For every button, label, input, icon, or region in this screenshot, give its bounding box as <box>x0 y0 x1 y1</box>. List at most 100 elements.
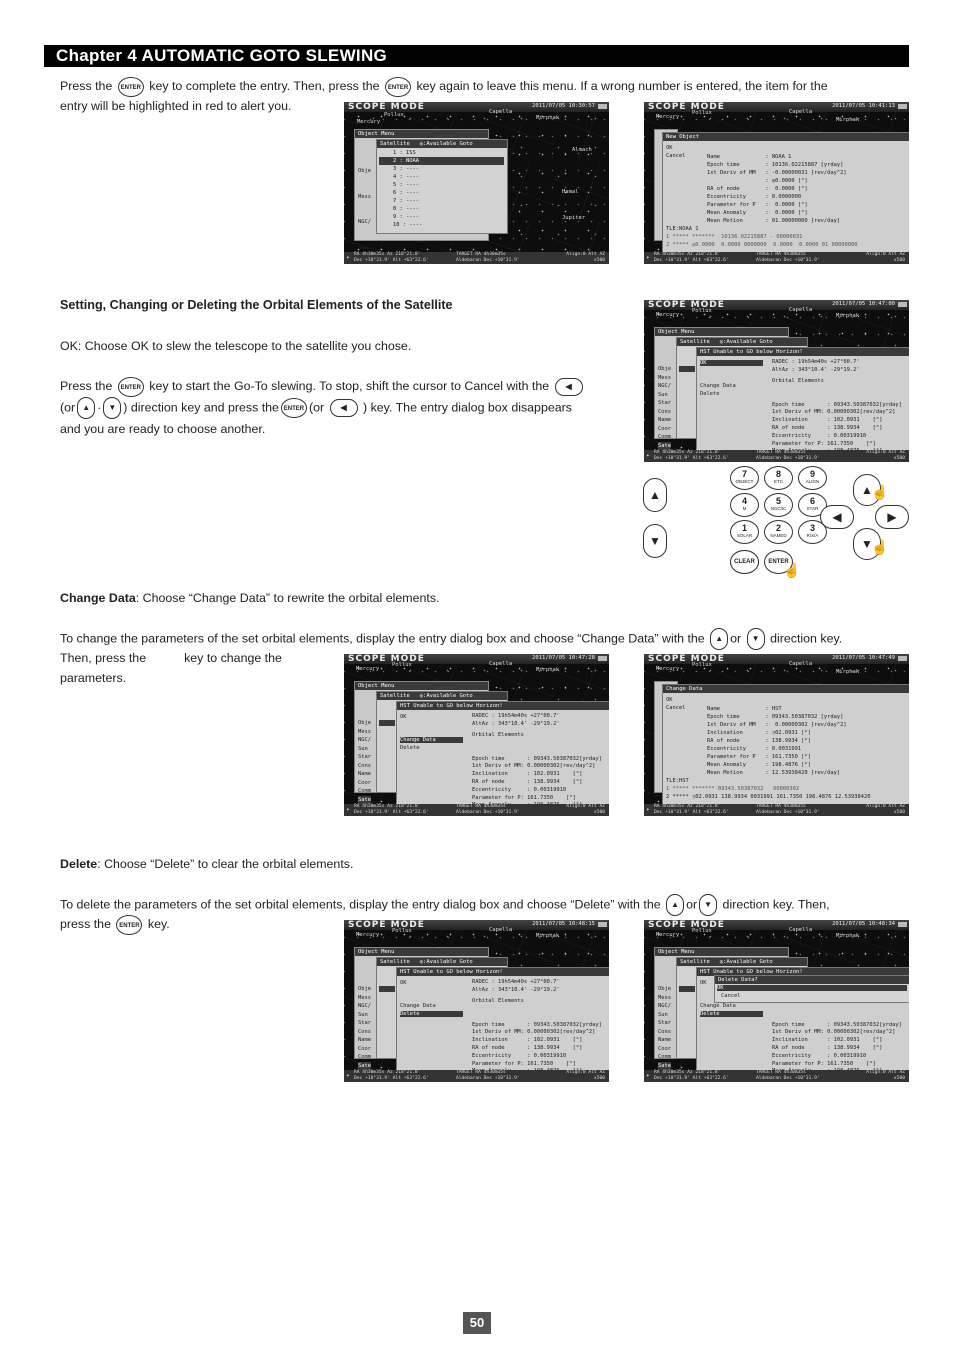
ok-option[interactable]: OK <box>666 697 673 703</box>
menu-item[interactable]: Mess <box>658 994 671 1003</box>
menu-item[interactable]: Cons <box>658 408 671 417</box>
field-row[interactable]: Epoch time : 10136.02215887 [yrday] <box>707 161 847 169</box>
field-row[interactable]: Mean Anomaly : 0.0000 [°] <box>707 209 847 217</box>
change-data-option[interactable]: Change Data <box>400 1003 463 1009</box>
numeric-key[interactable]: 1 SOLAR <box>730 520 759 544</box>
menu-item[interactable]: Star <box>658 399 671 408</box>
menu-item[interactable]: Cons <box>358 1028 371 1037</box>
menu-item[interactable]: Star <box>658 1019 671 1028</box>
menu-item[interactable]: NGC/ <box>658 382 671 391</box>
ok-option[interactable]: OK <box>666 145 673 151</box>
delete-option[interactable]: Delete <box>700 1011 763 1017</box>
field-row[interactable]: RA of node : 0.0000 [°] <box>707 185 847 193</box>
menu-item[interactable]: Obje <box>358 719 371 728</box>
delete-option[interactable]: Delete <box>700 391 763 397</box>
field-row[interactable]: Eccentricity : 0.0031991 <box>707 745 847 753</box>
numeric-key[interactable]: 5 NGC/IC <box>764 493 793 517</box>
cancel-option[interactable]: Cancel <box>666 705 685 711</box>
menu-item[interactable]: Obje <box>358 167 371 176</box>
change-data-option[interactable]: Change Data <box>400 737 463 743</box>
menu-item[interactable]: Name <box>358 1036 371 1045</box>
satellite-list-item[interactable]: 3 : ---- <box>379 165 504 173</box>
down-key[interactable]: ▼ <box>643 524 667 558</box>
satellite-list-item[interactable]: 10 : ---- <box>379 221 504 229</box>
menu-item[interactable]: NGC/ <box>658 1002 671 1011</box>
field-row[interactable]: RA of node : 138.9934 [°] <box>707 737 847 745</box>
field-row[interactable]: Mean Motion : 12.53938420 [rev/day] <box>707 769 847 777</box>
field-row[interactable]: 1st Deriv of MM : 0.00000302 [rev/day^2] <box>707 721 847 729</box>
numeric-key[interactable]: 2 NAMED <box>764 520 793 544</box>
menu-item[interactable]: Coor <box>658 425 671 434</box>
menu-item[interactable]: Mess <box>358 728 371 737</box>
menu-item[interactable]: NGC/ <box>358 1002 371 1011</box>
change-data-option[interactable]: Change Data <box>700 383 763 389</box>
menu-item[interactable]: Sate <box>658 1061 671 1070</box>
menu-item[interactable]: Mess <box>658 374 671 383</box>
ok-option[interactable]: OK <box>700 360 763 366</box>
numeric-key[interactable]: 9 ALIGN <box>798 466 827 490</box>
menu-item[interactable]: Obje <box>658 985 671 994</box>
numeric-key[interactable]: 4M <box>730 493 759 517</box>
menu-item[interactable]: Sun <box>358 745 371 754</box>
field-row[interactable]: Mean Motion : 01.00000000 [rev/day] <box>707 217 847 225</box>
menu-item[interactable]: Coor <box>658 1045 671 1054</box>
delete-option[interactable]: Delete <box>400 745 463 751</box>
delete-option[interactable]: Delete <box>400 1011 463 1017</box>
menu-item[interactable]: Cons <box>658 1028 671 1037</box>
menu-item[interactable]: Sun <box>358 244 371 253</box>
field-row[interactable]: Name : NOAA 1 <box>707 153 847 161</box>
field-row[interactable]: Eccentricity : 0.0000000 <box>707 193 847 201</box>
menu-item[interactable]: Comm <box>358 1053 371 1062</box>
field-row[interactable]: Inclination : ▯02.0931 [°] <box>707 729 847 737</box>
clear-key[interactable]: CLEAR <box>730 550 759 574</box>
field-row[interactable]: : ◎0.0000 [°] <box>707 177 847 185</box>
field-row[interactable]: Mean Anomaly : 198.4876 [°] <box>707 761 847 769</box>
menu-item[interactable]: Mess <box>358 994 371 1003</box>
numeric-key[interactable]: 7 OBJECT <box>730 466 759 490</box>
menu-item[interactable]: Sate <box>358 795 371 804</box>
satellite-list-item[interactable]: 5 : ---- <box>379 181 504 189</box>
menu-item[interactable]: Star <box>358 753 371 762</box>
menu-item[interactable]: Star <box>358 1019 371 1028</box>
menu-item[interactable]: Obje <box>658 365 671 374</box>
menu-item[interactable]: NGC/ <box>358 218 371 227</box>
menu-item[interactable]: Name <box>658 416 671 425</box>
menu-item[interactable]: Name <box>658 1036 671 1045</box>
menu-item[interactable]: Sate <box>658 441 671 450</box>
satellite-list-item[interactable]: 8 : ---- <box>379 205 504 213</box>
menu-item[interactable]: Name <box>358 770 371 779</box>
menu-item[interactable]: Cons <box>358 762 371 771</box>
menu-item[interactable]: Sate <box>358 1061 371 1070</box>
menu-item[interactable]: Comm <box>358 787 371 796</box>
menu-item[interactable]: Sun <box>658 391 671 400</box>
cancel-option[interactable]: Cancel <box>666 153 685 159</box>
field-row[interactable]: Name : HST <box>707 705 847 713</box>
menu-item[interactable]: Coor <box>358 779 371 788</box>
dpad-left-key[interactable]: ◀ <box>820 505 854 529</box>
menu-item[interactable]: Sun <box>358 1011 371 1020</box>
up-key[interactable]: ▲ <box>643 478 667 512</box>
satellite-list-item[interactable]: 1 : ISS <box>379 149 504 157</box>
menu-item[interactable]: NGC/ <box>358 736 371 745</box>
field-row[interactable]: Epoch time : 09343.50387032 [yrday] <box>707 713 847 721</box>
satellite-list-item[interactable]: 2 : NOAA <box>379 157 504 165</box>
confirm-ok-option[interactable]: OK <box>717 985 907 991</box>
ok-option[interactable]: OK <box>400 980 463 986</box>
menu-item[interactable]: Comm <box>658 1053 671 1062</box>
menu-item[interactable]: Comm <box>658 433 671 442</box>
satellite-list-item[interactable]: 9 : ---- <box>379 213 504 221</box>
field-row[interactable]: 1st Deriv of MM : -0.00000031 [rev/day^2… <box>707 169 847 177</box>
menu-item[interactable]: Obje <box>358 985 371 994</box>
satellite-list-item[interactable]: 4 : ---- <box>379 173 504 181</box>
numeric-key[interactable]: 8 ETC <box>764 466 793 490</box>
satellite-list-item[interactable]: 6 : ---- <box>379 189 504 197</box>
menu-item[interactable]: Coor <box>358 1045 371 1054</box>
menu-item[interactable]: Mess <box>358 193 371 202</box>
menu-item[interactable]: Sun <box>658 1011 671 1020</box>
field-row[interactable]: Parameter for P : 0.0000 [°] <box>707 201 847 209</box>
ok-option[interactable]: OK <box>400 714 463 720</box>
field-row[interactable]: Parameter for P : 161.7350 [°] <box>707 753 847 761</box>
change-data-option[interactable]: Change Data <box>700 1003 763 1009</box>
dpad-right-key[interactable]: ▶ <box>875 505 909 529</box>
confirm-cancel-option[interactable]: Cancel <box>721 993 740 999</box>
